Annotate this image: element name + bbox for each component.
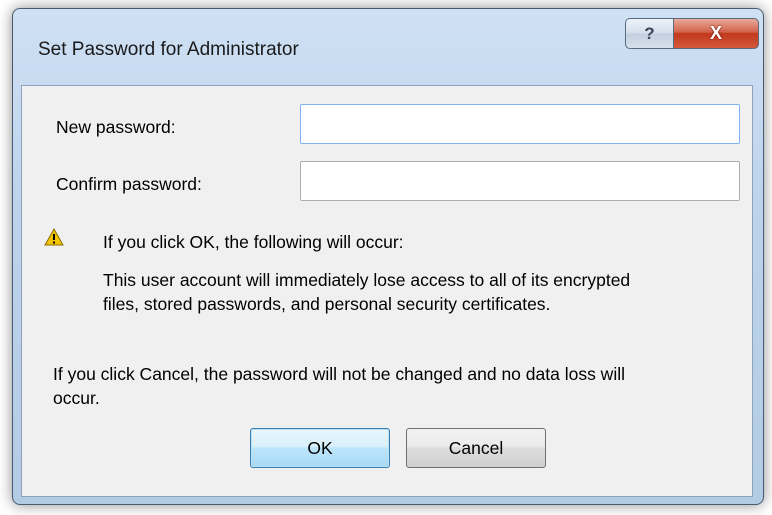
close-button[interactable]: X bbox=[673, 18, 759, 49]
cancel-info-line1: If you click Cancel, the password will n… bbox=[53, 364, 625, 384]
warning-heading: If you click OK, the following will occu… bbox=[103, 232, 404, 252]
caption-buttons: ? X bbox=[625, 18, 759, 49]
cancel-button[interactable]: Cancel bbox=[406, 428, 546, 468]
close-icon: X bbox=[709, 23, 722, 43]
new-password-field[interactable] bbox=[300, 104, 740, 144]
confirm-password-label: Confirm password: bbox=[56, 174, 202, 194]
new-password-label: New password: bbox=[56, 117, 176, 137]
confirm-password-field[interactable] bbox=[300, 161, 740, 201]
ok-button[interactable]: OK bbox=[250, 428, 390, 468]
cancel-info-line2: occur. bbox=[53, 388, 100, 408]
warning-icon bbox=[44, 228, 64, 246]
dialog-title: Set Password for Administrator bbox=[38, 39, 299, 60]
help-button[interactable]: ? bbox=[625, 18, 673, 49]
warning-detail-line2: files, stored passwords, and personal se… bbox=[103, 294, 551, 314]
warning-detail-line1: This user account will immediately lose … bbox=[103, 270, 631, 290]
help-icon: ? bbox=[644, 23, 655, 43]
